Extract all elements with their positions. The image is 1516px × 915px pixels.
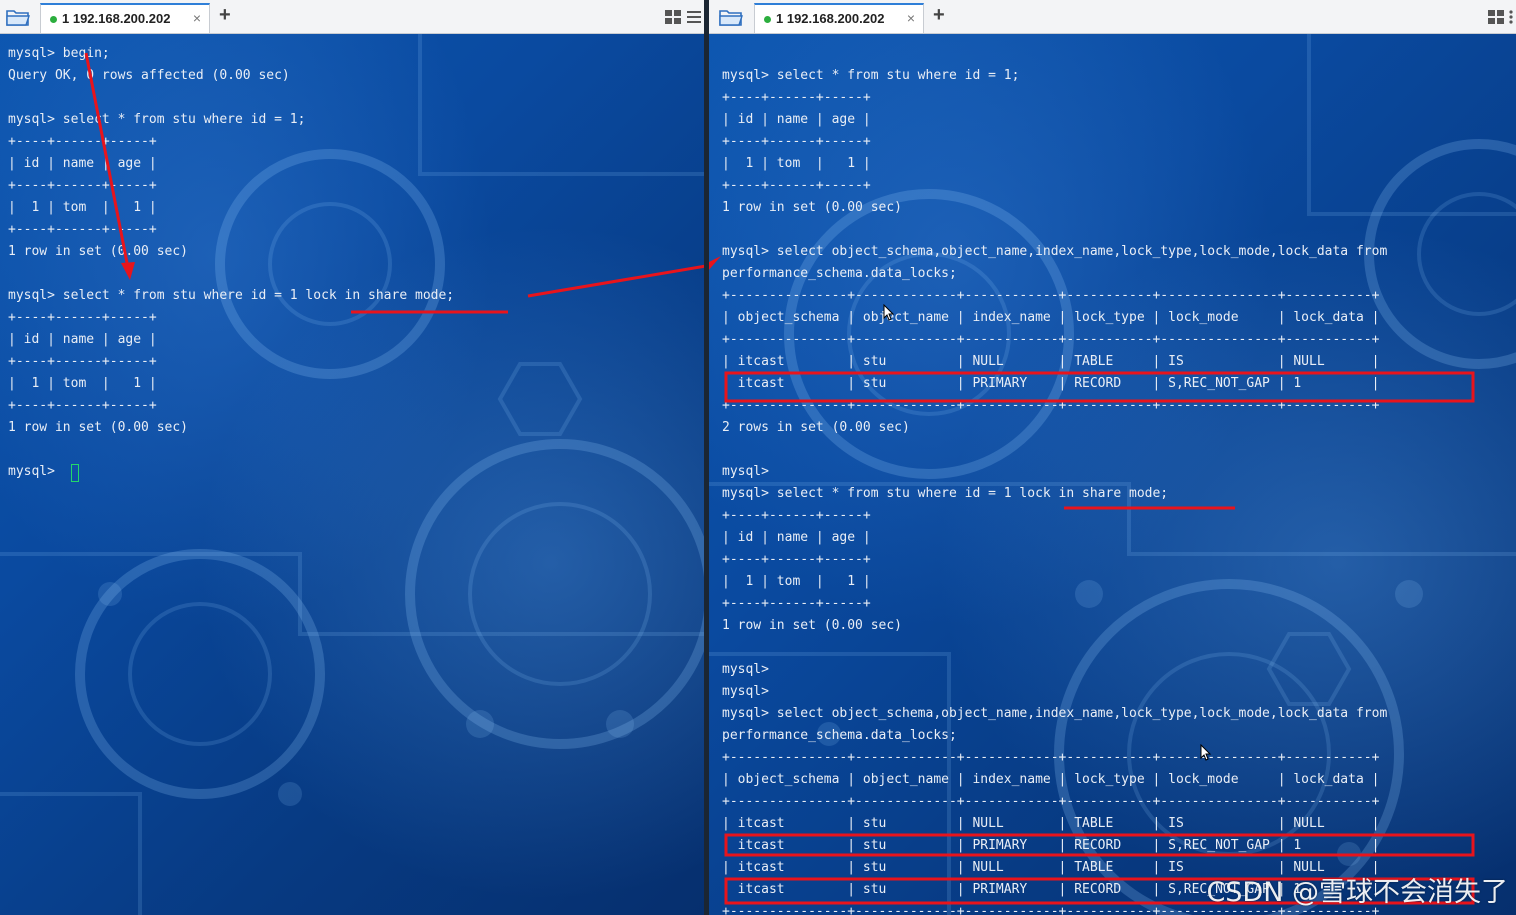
terminal-line: mysql> select object_schema,object_name,… <box>722 706 1388 721</box>
terminal-line: +----+------+-----+ <box>722 90 871 105</box>
terminal-line: mysql> begin; <box>8 46 110 61</box>
terminal-line: +---------------+-------------+---------… <box>722 332 1380 347</box>
terminal-line: | object_schema | object_name | index_na… <box>722 310 1380 325</box>
terminal-line: +----+------+-----+ <box>8 354 157 369</box>
terminal-line: | itcast | stu | NULL | TABLE | IS | NUL… <box>722 816 1380 831</box>
left-terminal-pane: 1 192.168.200.202 × + mysql> begin; Quer… <box>0 0 706 915</box>
menu-icon[interactable] <box>1507 9 1515 25</box>
folder-icon[interactable] <box>6 7 30 27</box>
terminal-line: | itcast | stu | PRIMARY | RECORD | S,RE… <box>722 838 1380 853</box>
folder-icon[interactable] <box>719 7 743 27</box>
terminal-line: | id | name | age | <box>722 530 871 545</box>
left-terminal-output[interactable]: mysql> begin; Query OK, 0 rows affected (… <box>0 34 706 915</box>
close-icon[interactable]: × <box>193 10 201 26</box>
terminal-line: mysql> select * from stu where id = 1; <box>8 112 306 127</box>
text-cursor <box>71 464 79 482</box>
terminal-line: | id | name | age | <box>8 332 157 347</box>
mouse-pointer-icon <box>1200 744 1212 761</box>
terminal-line: | 1 | tom | 1 | <box>722 574 871 589</box>
terminal-line: | itcast | stu | NULL | TABLE | IS | NUL… <box>722 354 1380 369</box>
terminal-line: +----+------+-----+ <box>722 178 871 193</box>
menu-icon[interactable] <box>686 9 702 25</box>
terminal-line: | id | name | age | <box>8 156 157 171</box>
terminal-line: performance_schema.data_locks; <box>722 266 957 281</box>
terminal-line: Query OK, 0 rows affected (0.00 sec) <box>8 68 290 83</box>
add-tab-icon[interactable]: + <box>933 4 945 27</box>
status-dot-icon <box>50 16 57 23</box>
terminal-line: +---------------+-------------+---------… <box>722 794 1380 809</box>
terminal-line: mysql> select object_schema,object_name,… <box>722 244 1388 259</box>
terminal-line: +----+------+-----+ <box>8 398 157 413</box>
layout-icon[interactable] <box>1487 9 1505 25</box>
terminal-line: mysql> select * from stu where id = 1 lo… <box>722 486 1169 501</box>
terminal-line: | id | name | age | <box>722 112 871 127</box>
terminal-line: +----+------+-----+ <box>722 552 871 567</box>
watermark-text: CSDN @雪球不会消失了 <box>1206 877 1508 908</box>
status-dot-icon <box>764 16 771 23</box>
terminal-line: | 1 | tom | 1 | <box>8 376 157 391</box>
terminal-line: 1 row in set (0.00 sec) <box>8 420 189 435</box>
terminal-line: +----+------+-----+ <box>722 134 871 149</box>
terminal-line: mysql> <box>722 684 769 699</box>
terminal-line: performance_schema.data_locks; <box>722 728 957 743</box>
terminal-line: 2 rows in set (0.00 sec) <box>722 420 910 435</box>
right-terminal-pane: 1 192.168.200.202 × + mysql> select * fr… <box>709 0 1516 915</box>
terminal-line: +----+------+-----+ <box>8 178 157 193</box>
terminal-line: | object_schema | object_name | index_na… <box>722 772 1380 787</box>
terminal-lines: mysql> select * from stu where id = 1; +-… <box>722 65 1387 915</box>
terminal-line: 1 row in set (0.00 sec) <box>722 200 903 215</box>
terminal-line: mysql> select * from stu where id = 1 lo… <box>8 288 455 303</box>
terminal-line: +----+------+-----+ <box>8 310 157 325</box>
mouse-pointer-icon <box>883 304 895 321</box>
terminal-line: mysql> select * from stu where id = 1; <box>722 68 1020 83</box>
add-tab-icon[interactable]: + <box>219 4 231 27</box>
right-terminal-output[interactable]: mysql> select * from stu where id = 1; +-… <box>709 34 1516 915</box>
right-session-tab[interactable]: 1 192.168.200.202 × <box>754 3 924 33</box>
terminal-line: +---------------+-------------+---------… <box>722 750 1380 765</box>
terminal-lines: mysql> begin; Query OK, 0 rows affected (… <box>8 43 454 483</box>
close-icon[interactable]: × <box>907 10 915 26</box>
terminal-line: | itcast | stu | PRIMARY | RECORD | S,RE… <box>722 376 1380 391</box>
tab-title: 1 192.168.200.202 <box>776 11 885 26</box>
terminal-line: +---------------+-------------+---------… <box>722 288 1380 303</box>
terminal-line: 1 row in set (0.00 sec) <box>8 244 189 259</box>
tab-title: 1 192.168.200.202 <box>62 11 171 26</box>
terminal-line: | 1 | tom | 1 | <box>8 200 157 215</box>
terminal-line: 1 row in set (0.00 sec) <box>722 618 903 633</box>
terminal-line: +---------------+-------------+---------… <box>722 398 1380 413</box>
left-tab-bar: 1 192.168.200.202 × + <box>0 0 706 34</box>
terminal-line: +----+------+-----+ <box>722 508 871 523</box>
terminal-line: | 1 | tom | 1 | <box>722 156 871 171</box>
terminal-line: +----+------+-----+ <box>8 222 157 237</box>
left-session-tab[interactable]: 1 192.168.200.202 × <box>40 3 210 33</box>
terminal-line: mysql> <box>722 464 769 479</box>
terminal-line: +----+------+-----+ <box>8 134 157 149</box>
terminal-line: +----+------+-----+ <box>722 596 871 611</box>
right-tab-bar: 1 192.168.200.202 × + <box>709 0 1516 34</box>
layout-icon[interactable] <box>664 9 682 25</box>
terminal-line: mysql> <box>722 662 769 677</box>
